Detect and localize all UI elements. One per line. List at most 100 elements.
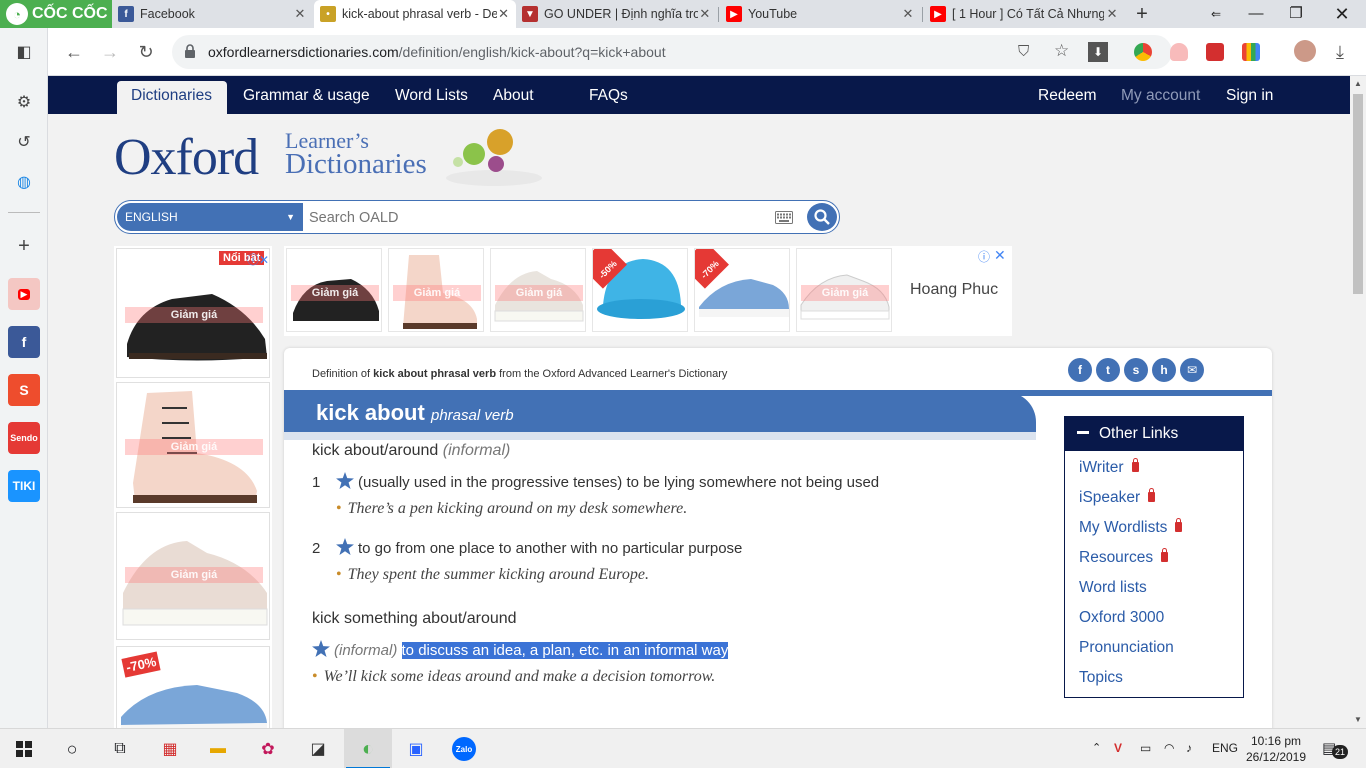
ad-product[interactable]: Giảm giá [286, 248, 382, 332]
nav-faqs[interactable]: FAQs [589, 87, 628, 105]
link-oxford-3000[interactable]: Oxford 3000 [1079, 609, 1164, 627]
top-ad-banner[interactable]: Giảm giá Giảm giá Giảm giá -50% -70% Giả… [284, 246, 1012, 336]
close-tab-icon[interactable]: ✕ [497, 6, 510, 22]
close-tab-icon[interactable]: ✕ [900, 6, 916, 22]
wifi-icon[interactable]: ◠ [1164, 741, 1174, 755]
ad-info-icon[interactable]: ⓘ [978, 248, 990, 265]
profile-avatar[interactable] [1294, 40, 1316, 62]
ad-product[interactable]: Giảm giá [388, 248, 484, 332]
oxford3000-star-icon[interactable] [336, 538, 354, 555]
volume-icon[interactable]: ♪ [1186, 741, 1192, 755]
page-scrollbar[interactable]: ▲ ▼ [1350, 76, 1366, 728]
tab-cambridge[interactable]: ▼ GO UNDER | Định nghĩa trong ✕ [516, 0, 718, 28]
link-iwriter[interactable]: iWriter [1079, 458, 1139, 477]
dictionary-language-select[interactable]: ENGLISH ▼ [117, 203, 303, 231]
left-ad-banner[interactable]: Giảm giá Nổi bật ⓘ✕ Giảm giá Giảm giá -7… [114, 246, 272, 728]
windows-start-icon[interactable] [10, 735, 38, 763]
oxford3000-star-icon[interactable] [336, 472, 354, 489]
tiki-app-icon[interactable]: TIKI [8, 470, 40, 502]
color-grid-extension-icon[interactable] [1242, 43, 1260, 61]
nav-about[interactable]: About [493, 87, 534, 105]
email-share-icon[interactable]: ✉ [1180, 358, 1204, 382]
link-topics[interactable]: Topics [1079, 669, 1123, 687]
shopee-app-icon[interactable]: S [8, 374, 40, 406]
reload-icon[interactable]: ↻ [134, 40, 158, 64]
back-arrow-icon[interactable]: ← [62, 40, 86, 64]
nav-grammar-usage[interactable]: Grammar & usage [243, 87, 370, 105]
ad-brand-name[interactable]: Hoang Phuc [910, 281, 998, 299]
tab-search-button[interactable]: ⇐ [1196, 0, 1236, 28]
paint-app-icon[interactable]: ✿ [254, 735, 282, 763]
coccoc-menu-button[interactable]: ◔ CỐC CỐC [0, 0, 112, 28]
messenger-icon[interactable]: ◍ [12, 170, 36, 194]
other-links-header[interactable]: Other Links [1065, 417, 1243, 451]
cortana-search-icon[interactable]: ○ [58, 735, 86, 763]
tab-facebook[interactable]: f Facebook ✕ [112, 0, 314, 28]
ad-close-icon[interactable]: ✕ [994, 247, 1006, 264]
settings-gear-icon[interactable]: ⚙ [12, 90, 36, 114]
adblock-shield-icon[interactable] [1170, 43, 1188, 61]
vietkey-tray-icon[interactable]: V [1114, 741, 1122, 755]
minimize-button[interactable]: — [1236, 0, 1276, 28]
app-icon-store[interactable]: ▣ [402, 735, 430, 763]
close-window-button[interactable]: ✕ [1322, 0, 1362, 28]
nav-sign-in[interactable]: Sign in [1226, 87, 1273, 105]
link-word-lists[interactable]: Word lists [1079, 579, 1147, 597]
system-clock[interactable]: 10:16 pm 26/12/2019 [1244, 733, 1308, 765]
maximize-button[interactable]: ❐ [1276, 0, 1316, 28]
link-my-wordlists[interactable]: My Wordlists [1079, 518, 1183, 537]
add-app-icon[interactable]: + [12, 234, 36, 258]
extension-red-icon[interactable] [1206, 43, 1224, 61]
app-icon-tools[interactable]: ▦ [156, 735, 184, 763]
ad-product[interactable]: -70% [694, 248, 790, 332]
ad-product-shoe-black[interactable]: Giảm giá Nổi bật ⓘ✕ [116, 248, 270, 378]
facebook-share-icon[interactable]: f [1068, 358, 1092, 382]
forward-arrow-icon[interactable]: → [98, 40, 122, 64]
oxford3000-star-icon[interactable] [312, 640, 330, 657]
facebook-app-icon[interactable]: f [8, 326, 40, 358]
bookmark-star-icon[interactable]: ☆ [1054, 41, 1069, 61]
history-icon[interactable]: ↺ [12, 130, 36, 154]
ad-product[interactable]: Giảm giá [796, 248, 892, 332]
nav-my-account[interactable]: My account [1121, 87, 1200, 105]
address-bar[interactable]: oxfordlearnersdictionaries.com/definitio… [172, 35, 1172, 69]
search-button[interactable] [807, 203, 837, 231]
hi5-share-icon[interactable]: h [1152, 358, 1176, 382]
scroll-down-icon[interactable]: ▼ [1350, 712, 1366, 728]
link-ispeaker[interactable]: iSpeaker [1079, 488, 1156, 507]
file-explorer-icon[interactable]: ▬ [204, 735, 232, 763]
nav-word-lists[interactable]: Word Lists [395, 87, 468, 105]
tray-expand-icon[interactable]: ⌃ [1092, 741, 1101, 754]
stumbleupon-share-icon[interactable]: s [1124, 358, 1148, 382]
download-page-icon[interactable]: ⬇ [1088, 42, 1108, 62]
ad-info-icon[interactable]: ⓘ✕ [247, 251, 269, 268]
shield-icon[interactable]: ⛉ [1018, 43, 1029, 60]
ad-product[interactable]: Giảm giá [490, 248, 586, 332]
tab-youtube[interactable]: ▶ YouTube ✕ [720, 0, 922, 28]
selected-definition-text[interactable]: to discuss an idea, a plan, etc. in an i… [401, 642, 729, 659]
scroll-up-icon[interactable]: ▲ [1350, 76, 1366, 92]
battery-icon[interactable]: ▭ [1140, 741, 1151, 755]
ad-product-sneaker-blue[interactable]: -70% [116, 646, 270, 728]
nav-dictionaries[interactable]: Dictionaries [131, 87, 212, 105]
keyboard-icon[interactable] [775, 211, 793, 224]
sendo-app-icon[interactable]: Sendo [8, 422, 40, 454]
tab-oxford[interactable]: • kick-about phrasal verb - Definition ✕ [314, 0, 516, 28]
task-view-icon[interactable]: ⧉ [106, 735, 134, 763]
tab-youtube-music[interactable]: ▶ [ 1 Hour ] Có Tất Cả Nhưng ✕ [924, 0, 1126, 28]
close-tab-icon[interactable]: ✕ [1104, 6, 1120, 22]
link-pronunciation[interactable]: Pronunciation [1079, 639, 1174, 657]
ad-product-sneaker-white[interactable]: Giảm giá [116, 512, 270, 640]
notification-center-button[interactable]: ▤ 21 [1322, 739, 1350, 759]
twitter-share-icon[interactable]: t [1096, 358, 1120, 382]
sticky-notes-icon[interactable]: ◪ [304, 735, 332, 763]
ad-product-boot-pink[interactable]: Giảm giá [116, 382, 270, 508]
nav-redeem[interactable]: Redeem [1038, 87, 1097, 105]
new-tab-button[interactable]: + [1132, 3, 1152, 25]
ad-product[interactable]: -50% [592, 248, 688, 332]
search-input[interactable] [309, 206, 769, 230]
youtube-app-icon[interactable]: ▶ [8, 278, 40, 310]
scrollbar-thumb[interactable] [1353, 94, 1363, 294]
link-resources[interactable]: Resources [1079, 548, 1169, 567]
zalo-icon[interactable]: Zalo [450, 735, 478, 763]
